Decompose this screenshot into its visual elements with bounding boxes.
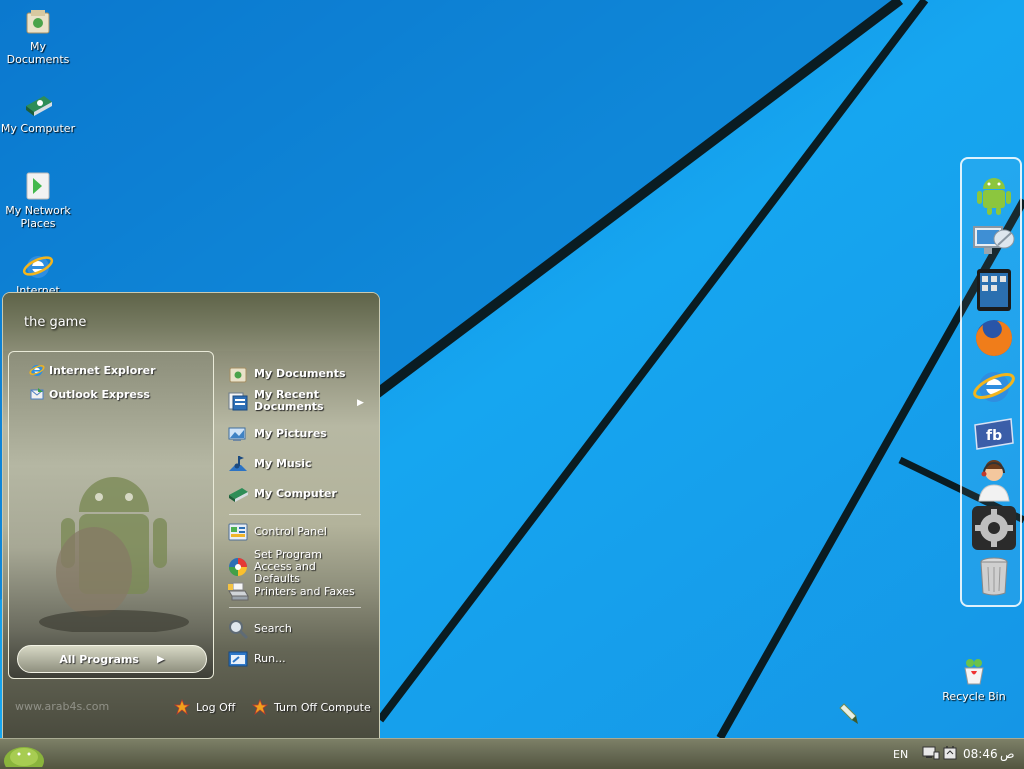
- dock-item-internet-explorer[interactable]: [971, 363, 1017, 409]
- run-icon: [228, 651, 248, 667]
- firefox-icon: [976, 320, 1012, 356]
- menu-item-label: Printers and Faxes: [254, 585, 355, 598]
- program-defaults-icon: [229, 558, 247, 576]
- desktop-icon-internet[interactable]: Internet: [0, 250, 76, 294]
- desktop-icon-label: My Network Places: [5, 204, 71, 230]
- dock-item-support[interactable]: [971, 457, 1017, 503]
- menu-item-label: My Documents: [254, 367, 346, 380]
- user-name: the game: [24, 315, 87, 330]
- facebook-icon: fb: [974, 418, 1014, 450]
- menu-item-my-music[interactable]: My Music: [227, 453, 359, 475]
- menu-item-label: My Recent Documents: [254, 388, 324, 413]
- menu-item-label: My Computer: [254, 487, 337, 500]
- pen-icon[interactable]: [838, 700, 862, 728]
- desktop-icon-label: My Computer: [0, 122, 76, 135]
- dock-item-firefox[interactable]: [971, 315, 1017, 361]
- menu-item-label: My Music: [254, 457, 312, 470]
- start-menu-header: the game: [3, 293, 379, 351]
- start-button[interactable]: [2, 741, 46, 767]
- menu-item-label: Run...: [254, 652, 286, 665]
- dock-item-ipad[interactable]: [971, 267, 1017, 313]
- menu-item-my-computer[interactable]: My Computer: [227, 483, 359, 505]
- svg-text:fb: fb: [986, 428, 1002, 444]
- watermark-text: www.arab4s.com: [15, 700, 110, 713]
- all-programs-button[interactable]: All Programs ▶: [17, 645, 207, 673]
- menu-item-label: My Pictures: [254, 427, 327, 440]
- search-icon: [229, 620, 249, 640]
- internet-explorer-icon: [29, 365, 45, 376]
- trash-can-icon: [980, 557, 1008, 596]
- printer-icon: [228, 582, 249, 601]
- menu-item-label: Set Program Access and Defaults: [254, 548, 322, 585]
- dock-panel: fb: [960, 157, 1022, 607]
- pinned-programs-panel: Internet Explorer Outlook Express All Pr…: [8, 351, 214, 679]
- my-documents-icon: [229, 367, 247, 383]
- dock-item-monitor[interactable]: [971, 219, 1017, 265]
- menu-item-label: Control Panel: [254, 525, 327, 538]
- menu-item-control-panel[interactable]: Control Panel: [227, 521, 359, 543]
- clock-time[interactable]: 08:46: [963, 747, 998, 761]
- control-panel-icon: [228, 523, 248, 541]
- desktop-icon-network-places[interactable]: My Network Places: [0, 170, 76, 230]
- log-off-button[interactable]: Log Off: [174, 699, 235, 715]
- taskbar: EN 08:46 ص: [0, 738, 1024, 769]
- dock-item-trash[interactable]: [971, 553, 1017, 599]
- internet-explorer-icon: [973, 372, 1015, 402]
- dock-item-facebook[interactable]: fb: [971, 411, 1017, 457]
- settings-gear-icon: [972, 506, 1016, 550]
- my-computer-icon: [26, 96, 52, 116]
- desktop-icon-label: My Documents: [6, 40, 70, 66]
- network-places-icon: [26, 172, 50, 200]
- menu-item-printers-faxes[interactable]: Printers and Faxes: [227, 581, 359, 603]
- internet-explorer-icon: [22, 256, 54, 278]
- my-pictures-icon: [228, 427, 246, 441]
- all-programs-label: All Programs: [59, 652, 139, 666]
- desktop-icon-recycle-bin[interactable]: Recycle Bin: [936, 656, 1012, 703]
- network-icon[interactable]: [922, 745, 940, 761]
- monitor-icon: [973, 226, 1015, 254]
- power-icon: [252, 699, 268, 715]
- turn-off-button[interactable]: Turn Off Compute: [252, 699, 371, 715]
- submenu-arrow-icon: ▶: [357, 398, 364, 408]
- pinned-internet-explorer[interactable]: Internet Explorer: [29, 360, 156, 380]
- menu-item-recent-documents[interactable]: My Recent Documents: [227, 389, 359, 413]
- recycle-bin-icon: [964, 659, 984, 685]
- log-off-label: Log Off: [196, 700, 236, 714]
- pinned-outlook-express[interactable]: Outlook Express: [29, 384, 150, 404]
- support-agent-icon: [978, 460, 1010, 502]
- menu-item-search[interactable]: Search: [227, 618, 359, 640]
- dock-item-android[interactable]: [971, 171, 1017, 217]
- menu-item-my-pictures[interactable]: My Pictures: [227, 423, 359, 445]
- arrow-right-icon: ▶: [156, 653, 165, 665]
- android-artwork: [39, 477, 189, 632]
- log-off-icon: [174, 699, 190, 715]
- menu-separator: [229, 514, 361, 515]
- language-indicator[interactable]: EN: [893, 748, 908, 761]
- menu-item-run[interactable]: Run...: [227, 648, 359, 670]
- pinned-label: Internet Explorer: [49, 363, 156, 377]
- start-menu: the game Internet Explorer Outlook Expre…: [2, 292, 380, 739]
- pinned-label: Outlook Express: [49, 387, 150, 401]
- ipad-icon: [977, 269, 1011, 311]
- sync-icon[interactable]: [942, 745, 958, 761]
- dock-item-settings[interactable]: [971, 505, 1017, 551]
- desktop-icon-my-computer[interactable]: My Computer: [0, 88, 76, 135]
- menu-item-my-documents[interactable]: My Documents: [227, 363, 359, 385]
- recent-documents-icon: [228, 392, 248, 411]
- turn-off-label: Turn Off Compute: [274, 700, 371, 714]
- desktop-icon-my-documents[interactable]: My Documents: [0, 6, 76, 66]
- android-icon: [977, 178, 1011, 215]
- my-computer-icon: [229, 488, 248, 502]
- desktop-icon-label: Recycle Bin: [942, 690, 1006, 703]
- menu-separator: [229, 607, 361, 608]
- clock-ampm: ص: [1000, 747, 1015, 761]
- my-documents-icon: [26, 10, 50, 34]
- outlook-express-icon: [30, 388, 44, 400]
- menu-item-label: Search: [254, 622, 292, 635]
- menu-item-program-defaults[interactable]: Set Program Access and Defaults: [227, 549, 359, 585]
- my-music-icon: [229, 456, 247, 471]
